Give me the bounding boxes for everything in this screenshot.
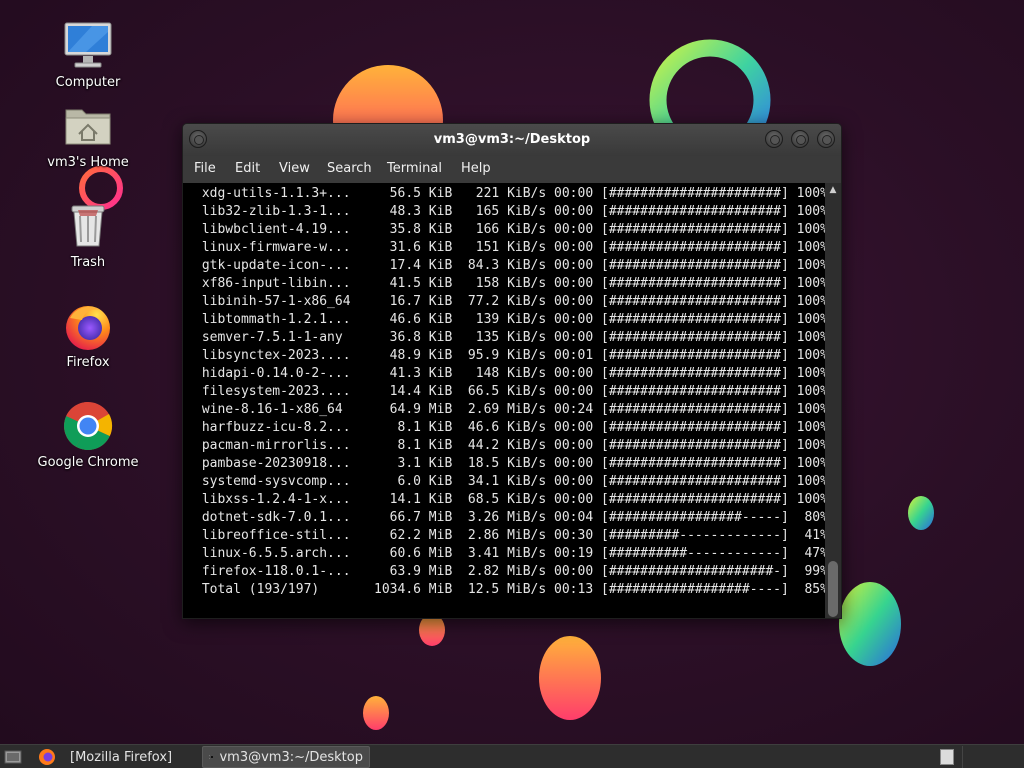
terminal-line: Total (193/197) 1034.6 MiB 12.5 MiB/s 00…: [194, 582, 827, 597]
firefox-icon: [62, 300, 114, 352]
firefox-launcher-icon[interactable]: [38, 746, 56, 768]
terminal-line: pacman-mirrorlis... 8.1 KiB 44.2 KiB/s 0…: [194, 438, 827, 453]
terminal-line: lib32-zlib-1.3-1... 48.3 KiB 165 KiB/s 0…: [194, 204, 827, 219]
desktop-icon-trash[interactable]: Trash: [28, 200, 148, 270]
terminal-line: systemd-sysvcomp... 6.0 KiB 34.1 KiB/s 0…: [194, 474, 827, 489]
terminal-line: linux-firmware-w... 31.6 KiB 151 KiB/s 0…: [194, 240, 827, 255]
terminal-line: xf86-input-libin... 41.5 KiB 158 KiB/s 0…: [194, 276, 827, 291]
workspace-switcher[interactable]: [940, 746, 954, 768]
terminal-line: hidapi-0.14.0-2-... 41.3 KiB 148 KiB/s 0…: [194, 366, 827, 381]
desktop-icon-computer[interactable]: Computer: [28, 20, 148, 90]
desktop-icon-label: Computer: [55, 75, 121, 90]
terminal-icon: [209, 755, 214, 759]
taskbar-task-firefox[interactable]: [Mozilla Firefox]: [58, 746, 178, 768]
desktop-icon-chrome[interactable]: Google Chrome: [28, 400, 148, 470]
window-title: vm3@vm3:~/Desktop: [433, 132, 591, 147]
terminal-line: libinih-57-1-x86_64 16.7 KiB 77.2 KiB/s …: [194, 294, 827, 309]
desktop-icon-label: Google Chrome: [37, 455, 139, 470]
show-desktop-icon[interactable]: [4, 746, 22, 768]
desktop: Computer vm3's Home Trash Firefox Google…: [0, 0, 1024, 744]
menubar: File Edit View Search Terminal Help: [183, 156, 841, 183]
terminal-line: pambase-20230918... 3.1 KiB 18.5 KiB/s 0…: [194, 456, 827, 471]
terminal-line: firefox-118.0.1-... 63.9 MiB 2.82 MiB/s …: [194, 564, 827, 579]
terminal-line: wine-8.16-1-x86_64 64.9 MiB 2.69 MiB/s 0…: [194, 402, 827, 417]
menu-view[interactable]: View: [279, 161, 310, 176]
home-folder-icon: [62, 100, 114, 152]
computer-icon: [62, 20, 114, 72]
menu-search[interactable]: Search: [327, 161, 372, 176]
taskbar-task-terminal[interactable]: vm3@vm3:~/Desktop: [202, 746, 370, 768]
desktop-icon-label: vm3's Home: [47, 155, 129, 170]
terminal-line: dotnet-sdk-7.0.1... 66.7 MiB 3.26 MiB/s …: [194, 510, 827, 525]
minimize-button[interactable]: [765, 130, 783, 148]
terminal-line: linux-6.5.5.arch... 60.6 MiB 3.41 MiB/s …: [194, 546, 827, 561]
terminal-line: gtk-update-icon-... 17.4 KiB 84.3 KiB/s …: [194, 258, 827, 273]
terminal-line: xdg-utils-1.1.3+... 56.5 KiB 221 KiB/s 0…: [194, 186, 827, 201]
desktop-icon-firefox[interactable]: Firefox: [28, 300, 148, 370]
tray-area: [962, 746, 1024, 768]
titlebar[interactable]: vm3@vm3:~/Desktop: [183, 124, 841, 156]
terminal-line: harfbuzz-icu-8.2... 8.1 KiB 46.6 KiB/s 0…: [194, 420, 827, 435]
maximize-button[interactable]: [791, 130, 809, 148]
terminal-line: libwbclient-4.19... 35.8 KiB 166 KiB/s 0…: [194, 222, 827, 237]
terminal-scrollbar[interactable]: ▲: [825, 183, 841, 618]
desktop-icon-label: Firefox: [66, 355, 110, 370]
menu-terminal[interactable]: Terminal: [387, 161, 442, 176]
close-button[interactable]: [817, 130, 835, 148]
menu-edit[interactable]: Edit: [235, 161, 260, 176]
chrome-icon: [62, 400, 114, 452]
scrollbar-thumb[interactable]: [828, 561, 838, 617]
taskbar-task-label: [Mozilla Firefox]: [70, 749, 173, 765]
terminal-line: libreoffice-stil... 62.2 MiB 2.86 MiB/s …: [194, 528, 827, 543]
terminal-window[interactable]: vm3@vm3:~/Desktop File Edit View Search …: [182, 123, 842, 619]
menu-file[interactable]: File: [194, 161, 216, 176]
menu-help[interactable]: Help: [461, 161, 491, 176]
terminal-line: libsynctex-2023.... 48.9 KiB 95.9 KiB/s …: [194, 348, 827, 363]
trash-icon: [62, 200, 114, 252]
scroll-up-arrow-icon[interactable]: ▲: [825, 183, 841, 197]
terminal-line: filesystem-2023.... 14.4 KiB 66.5 KiB/s …: [194, 384, 827, 399]
taskbar-task-label: vm3@vm3:~/Desktop: [219, 749, 363, 765]
terminal-line: libtommath-1.2.1... 46.6 KiB 139 KiB/s 0…: [194, 312, 827, 327]
taskbar: [Mozilla Firefox] vm3@vm3:~/Desktop: [0, 744, 1024, 768]
terminal-line: semver-7.5.1-1-any 36.8 KiB 135 KiB/s 00…: [194, 330, 827, 345]
desktop-icon-home[interactable]: vm3's Home: [28, 100, 148, 170]
terminal-line: libxss-1.2.4-1-x... 14.1 KiB 68.5 KiB/s …: [194, 492, 827, 507]
desktop-icon-label: Trash: [70, 255, 106, 270]
terminal-output[interactable]: xdg-utils-1.1.3+... 56.5 KiB 221 KiB/s 0…: [183, 183, 827, 618]
